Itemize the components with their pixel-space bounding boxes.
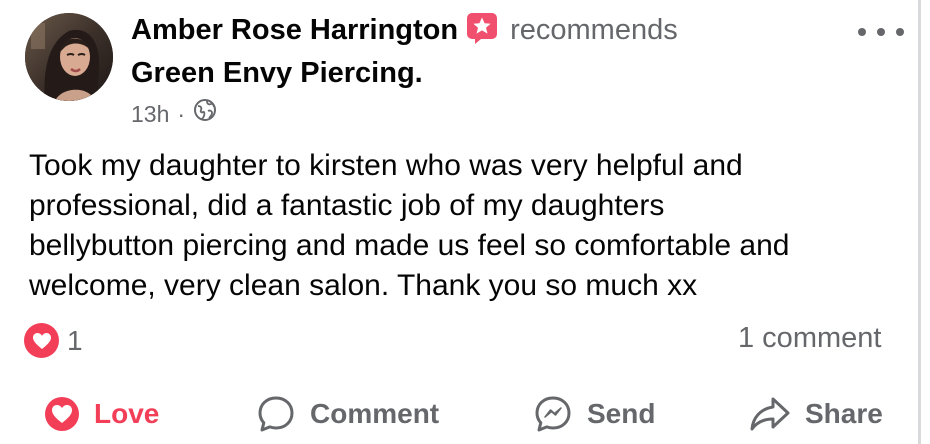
right-divider <box>918 0 921 444</box>
action-bar: Love Comment Send Share <box>0 388 918 440</box>
post-meta: 13h · <box>131 98 217 130</box>
author-name[interactable]: Amber Rose Harrington <box>131 14 458 46</box>
review-post: Amber Rose Harrington recommends Green En… <box>0 0 930 444</box>
comment-icon <box>258 396 294 432</box>
send-label: Send <box>587 398 656 429</box>
post-time[interactable]: 13h <box>131 98 169 130</box>
love-icon <box>45 397 79 431</box>
avatar-photo <box>25 13 113 101</box>
share-icon <box>750 397 790 431</box>
comment-button[interactable]: Comment <box>256 388 439 440</box>
post-body: Took my daughter to kirsten who was very… <box>29 149 790 302</box>
recommendation-badge-icon <box>466 12 498 54</box>
more-options-button[interactable] <box>858 20 904 44</box>
avatar[interactable] <box>25 13 113 101</box>
messenger-icon <box>535 396 571 432</box>
meta-separator: · <box>177 101 186 127</box>
comment-count[interactable]: 1 comment <box>738 320 881 356</box>
comment-label: Comment <box>310 398 440 429</box>
more-dot <box>877 28 885 36</box>
author-line: Amber Rose Harrington recommends <box>131 11 678 54</box>
recommends-text: recommends <box>510 14 678 46</box>
love-button[interactable]: Love <box>44 388 159 440</box>
share-button[interactable]: Share <box>749 388 883 440</box>
send-button[interactable]: Send <box>533 388 655 440</box>
reaction-count: 1 <box>67 324 83 356</box>
love-label: Love <box>94 398 160 429</box>
share-label: Share <box>805 398 883 429</box>
globe-icon <box>193 98 217 130</box>
more-dot <box>896 28 904 36</box>
recommended-page-name[interactable]: Green Envy Piercing. <box>131 54 423 92</box>
love-reaction-icon <box>24 323 59 358</box>
reaction-summary[interactable]: 1 <box>24 323 83 358</box>
more-dot <box>858 28 866 36</box>
